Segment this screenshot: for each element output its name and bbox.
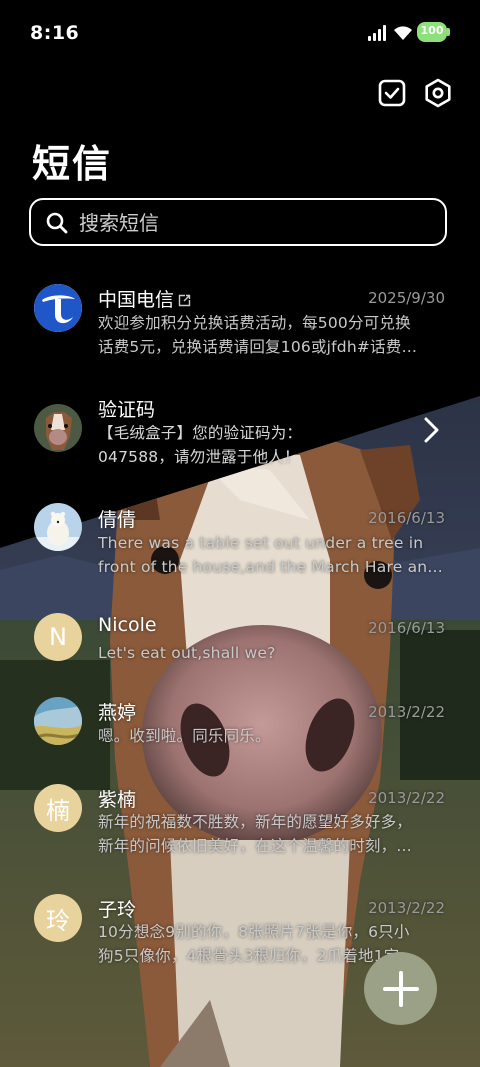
message-date: 2013/2/22 bbox=[368, 789, 445, 807]
search-bar[interactable] bbox=[29, 198, 447, 246]
horse-photo-icon bbox=[34, 404, 82, 452]
sender-name: 燕婷 bbox=[98, 702, 137, 724]
message-date: 2013/2/22 bbox=[368, 703, 445, 721]
avatar-polar-bear bbox=[34, 503, 82, 551]
sender-name: 倩倩 bbox=[98, 509, 137, 531]
message-preview: 嗯。收到啦。同乐同乐。 bbox=[98, 724, 446, 748]
message-date: 2016/6/13 bbox=[368, 509, 445, 527]
message-item-china-telecom[interactable]: 中国电信 2025/9/30 欢迎参加积分兑换话费活动，每500分可兑换 话费5… bbox=[0, 270, 480, 370]
sender-name-text: 中国电信 bbox=[98, 289, 175, 311]
message-preview: There was a table set out under a tree i… bbox=[98, 531, 446, 579]
message-preview: Let's eat out,shall we? bbox=[98, 641, 446, 665]
preview-line-1: 【毛绒盒子】您的验证码为： bbox=[98, 424, 303, 442]
message-preview: 新年的祝福数不胜数，新年的愿望好多好多， 新年的问候依旧美好，在这个温馨的时刻，… bbox=[98, 810, 446, 858]
battery-level: 100 bbox=[420, 24, 444, 37]
select-check-icon[interactable] bbox=[377, 78, 407, 108]
sender-name: 子玲 bbox=[98, 899, 137, 921]
avatar-china-telecom bbox=[34, 284, 82, 332]
landscape-photo-icon bbox=[34, 697, 82, 745]
message-item-nicole[interactable]: N Nicole 2016/6/13 Let's eat out,shall w… bbox=[0, 600, 480, 700]
message-date: 2016/6/13 bbox=[368, 619, 445, 637]
preview-line-1: There was a table set out under a tree i… bbox=[98, 534, 424, 552]
preview-line-1: 欢迎参加积分兑换话费活动，每500分可兑换 bbox=[98, 314, 411, 332]
status-time: 8:16 bbox=[30, 22, 80, 44]
message-item-verification[interactable]: 验证码 【毛绒盒子】您的验证码为： 047588，请勿泄露于他人！ bbox=[0, 380, 480, 480]
avatar-letter: 楠 bbox=[34, 784, 82, 832]
wifi-icon bbox=[394, 26, 412, 40]
search-icon bbox=[46, 212, 68, 234]
compose-button[interactable] bbox=[364, 952, 437, 1025]
preview-line-2: 047588，请勿泄露于他人！ bbox=[98, 448, 300, 466]
search-input[interactable] bbox=[77, 208, 421, 238]
preview-line-2: 话费5元，兑换话费请回复106或jfdh#话费… bbox=[98, 338, 418, 356]
status-bar: 8:16 100 bbox=[0, 0, 480, 66]
sender-name: 紫楠 bbox=[98, 789, 137, 811]
message-item-qianqian[interactable]: 倩倩 2016/6/13 There was a table set out u… bbox=[0, 490, 480, 590]
sender-name: 验证码 bbox=[98, 399, 156, 421]
chevron-right-icon[interactable] bbox=[420, 416, 442, 444]
avatar-horse bbox=[34, 404, 82, 452]
battery-icon: 100 bbox=[417, 22, 450, 42]
preview-line-1: 嗯。收到啦。同乐同乐。 bbox=[98, 727, 271, 745]
message-date: 2025/9/30 bbox=[368, 289, 445, 307]
preview-line-2: front of the house,and the March Hare an… bbox=[98, 558, 443, 576]
message-item-yanting[interactable]: 燕婷 2013/2/22 嗯。收到啦。同乐同乐。 bbox=[0, 690, 480, 790]
avatar-letter-text: N bbox=[49, 623, 67, 651]
message-preview: 欢迎参加积分兑换话费活动，每500分可兑换 话费5元，兑换话费请回复106或jf… bbox=[98, 311, 446, 359]
avatar-letter-text: 楠 bbox=[46, 796, 70, 825]
avatar-landscape bbox=[34, 697, 82, 745]
preview-line-1: 10分想念9别的你，8张照片7张是你，6只小 bbox=[98, 923, 410, 941]
external-link-icon bbox=[178, 294, 191, 307]
polar-bear-photo-icon bbox=[34, 503, 82, 551]
message-item-zinan[interactable]: 楠 紫楠 2013/2/22 新年的祝福数不胜数，新年的愿望好多好多， 新年的问… bbox=[0, 780, 480, 880]
preview-line-1: 新年的祝福数不胜数，新年的愿望好多好多， bbox=[98, 813, 413, 831]
plus-icon bbox=[382, 970, 419, 1007]
message-date: 2013/2/22 bbox=[368, 899, 445, 917]
cellular-signal-icon bbox=[368, 25, 386, 41]
avatar-letter: N bbox=[34, 613, 82, 661]
settings-hex-icon[interactable] bbox=[423, 78, 453, 108]
china-telecom-logo-icon bbox=[34, 284, 82, 332]
sender-name: 中国电信 bbox=[98, 285, 191, 312]
sender-name: Nicole bbox=[98, 614, 157, 636]
preview-line-2: 新年的问候依旧美好，在这个温馨的时刻，… bbox=[98, 837, 413, 855]
preview-line-1: Let's eat out,shall we? bbox=[98, 644, 276, 662]
avatar-letter: 玲 bbox=[34, 894, 82, 942]
message-preview: 【毛绒盒子】您的验证码为： 047588，请勿泄露于他人！ bbox=[98, 421, 446, 469]
avatar-letter-text: 玲 bbox=[46, 906, 70, 935]
page-title: 短信 bbox=[32, 142, 113, 186]
